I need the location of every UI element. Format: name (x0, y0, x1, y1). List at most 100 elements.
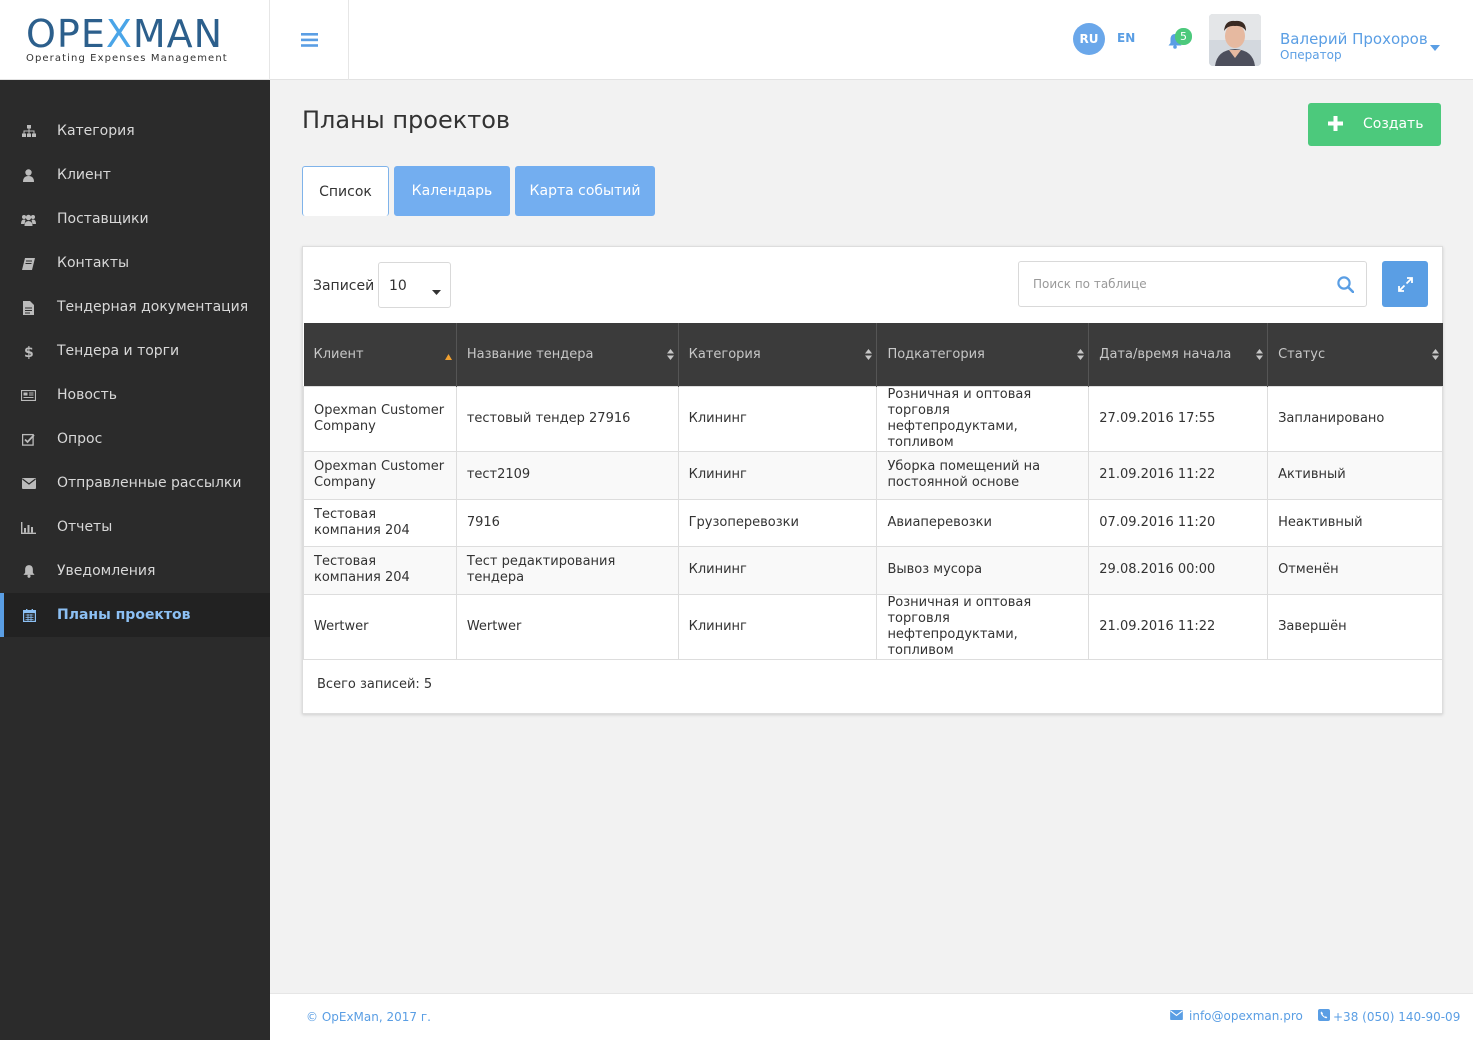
chevron-down-icon[interactable] (1430, 36, 1440, 55)
sidebar-item-project-plans[interactable]: Планы проектов (0, 593, 270, 637)
bar-chart-icon (21, 520, 36, 535)
sidebar-item-label: Клиент (57, 167, 111, 183)
cell-client: Opexman Customer Company (303, 450, 457, 500)
sidebar-item-tender-docs[interactable]: Тендерная документация (0, 285, 270, 329)
column-header-label: Дата/время начала (1099, 346, 1232, 362)
sort-icon (666, 349, 674, 364)
sort-icon (865, 349, 873, 364)
column-header-tender-name[interactable]: Название тендера (456, 323, 679, 386)
cell-category: Клининг (677, 593, 878, 660)
sidebar-item-mailings[interactable]: Отправленные рассылки (0, 461, 270, 505)
footer-email-text[interactable]: info@opexman.pro (1189, 1009, 1303, 1023)
caret-down-icon (432, 283, 441, 299)
plus-icon (1328, 116, 1343, 135)
expand-icon (1397, 276, 1413, 292)
cell-tender-name: тестовый тендер 27916 (455, 385, 679, 452)
cell-start-date: 07.09.2016 11:20 (1088, 498, 1269, 547)
notifications-badge[interactable]: 5 (1175, 28, 1192, 45)
footer-email[interactable]: info@opexman.pro (1170, 1009, 1303, 1023)
entries-select[interactable]: 10 (378, 262, 451, 308)
table-row[interactable]: Opexman Customer Company тестовый тендер… (303, 385, 1443, 452)
column-header-subcategory[interactable]: Подкатегория (876, 323, 1090, 386)
entries-select-value: 10 (389, 278, 407, 294)
cell-status: Запланировано (1267, 385, 1443, 452)
column-header-label: Подкатегория (887, 346, 985, 362)
sidebar-item-category[interactable]: Категория (0, 109, 270, 153)
sidebar-item-label: Новость (57, 387, 118, 403)
top-header: OPEXMAN Operating Expenses Management RU… (0, 0, 1473, 80)
menu-toggle-button[interactable] (270, 0, 349, 80)
cell-start-date: 21.09.2016 11:22 (1088, 593, 1269, 660)
table-row[interactable]: Тестовая компания 204 7916 Грузоперевозк… (303, 498, 1443, 547)
column-header-start-date[interactable]: Дата/время начала (1088, 323, 1269, 386)
cell-tender-name: Wertwer (455, 593, 679, 660)
book-icon (21, 256, 36, 271)
users-icon (21, 212, 36, 227)
cell-category: Клининг (677, 385, 878, 452)
footer-phone[interactable]: +38 (050) 140-90-09 (1318, 1009, 1460, 1024)
cell-status: Отменён (1267, 545, 1443, 595)
user-name[interactable]: Валерий Прохоров (1280, 30, 1428, 48)
sidebar-item-suppliers[interactable]: Поставщики (0, 197, 270, 241)
sidebar-item-label: Тендера и торги (57, 343, 180, 359)
user-icon (21, 168, 36, 183)
hamburger-icon (300, 33, 318, 47)
page-title: Планы проектов (302, 106, 511, 134)
cell-status: Неактивный (1267, 498, 1443, 547)
sidebar-item-client[interactable]: Клиент (0, 153, 270, 197)
column-header-client[interactable]: Клиент (303, 323, 457, 386)
sidebar: Категория Клиент Поставщики Контакты Тен… (0, 80, 270, 1040)
table-row[interactable]: Тестовая компания 204 Тест редактировани… (303, 545, 1443, 595)
cell-start-date: 21.09.2016 11:22 (1088, 450, 1269, 500)
checkbox-icon (21, 432, 36, 447)
footer: © OpExMan, 2017 г. info@opexman.pro +38 … (270, 993, 1473, 1040)
column-header-label: Клиент (313, 346, 364, 362)
sort-asc-icon (444, 349, 452, 364)
table-row[interactable]: Wertwer Wertwer Клининг Розничная и опто… (303, 593, 1443, 660)
column-header-category[interactable]: Категория (678, 323, 878, 386)
lang-ru-button[interactable]: RU (1073, 23, 1105, 55)
sidebar-item-label: Опрос (57, 431, 103, 447)
footer-phone-text[interactable]: +38 (050) 140-90-09 (1333, 1010, 1460, 1024)
logo-part-ope: OPE (26, 12, 106, 56)
total-records: Всего записей: 5 (317, 677, 433, 692)
cell-status: Завершён (1267, 593, 1443, 660)
search-icon[interactable] (1337, 276, 1355, 297)
logo-part-man: MAN (132, 12, 224, 56)
table-row[interactable]: Opexman Customer Company тест2109 Клинин… (303, 450, 1443, 500)
avatar[interactable] (1209, 14, 1261, 66)
cell-category: Клининг (677, 450, 878, 500)
search-input[interactable] (1020, 263, 1320, 305)
envelope-icon (1170, 1009, 1183, 1023)
phone-icon (1318, 1009, 1330, 1024)
entries-label: Записей (313, 278, 375, 294)
tab-events-map[interactable]: Карта событий (515, 166, 655, 216)
copyright: © OpExMan, 2017 г. (306, 1010, 431, 1024)
cell-tender-name: 7916 (455, 498, 679, 547)
newspaper-icon (21, 388, 36, 403)
dollar-icon: $ (21, 344, 36, 359)
column-header-status[interactable]: Статус (1267, 323, 1443, 386)
column-header-label: Статус (1278, 346, 1326, 362)
cell-client: Opexman Customer Company (303, 385, 457, 452)
create-button[interactable]: Создать (1308, 103, 1441, 146)
svg-text:$: $ (24, 345, 33, 359)
sidebar-item-tenders[interactable]: $ Тендера и торги (0, 329, 270, 373)
logo-area[interactable]: OPEXMAN Operating Expenses Management (0, 0, 270, 80)
sidebar-item-reports[interactable]: Отчеты (0, 505, 270, 549)
tab-calendar[interactable]: Календарь (394, 166, 510, 216)
cell-subcategory: Розничная и оптовая торговля нефтепродук… (876, 385, 1090, 452)
sidebar-item-label: Уведомления (57, 563, 156, 579)
column-header-label: Название тендера (466, 346, 594, 362)
lang-en-button[interactable]: EN (1117, 31, 1135, 45)
sidebar-item-survey[interactable]: Опрос (0, 417, 270, 461)
fullscreen-button[interactable] (1382, 261, 1428, 307)
file-icon (21, 300, 36, 315)
sidebar-item-news[interactable]: Новость (0, 373, 270, 417)
sidebar-item-notifications[interactable]: Уведомления (0, 549, 270, 593)
tab-list[interactable]: Список (302, 166, 389, 216)
sidebar-item-contacts[interactable]: Контакты (0, 241, 270, 285)
sort-icon (1256, 349, 1264, 364)
logo[interactable]: OPEXMAN (26, 14, 223, 54)
cell-client: Тестовая компания 204 (303, 498, 457, 547)
